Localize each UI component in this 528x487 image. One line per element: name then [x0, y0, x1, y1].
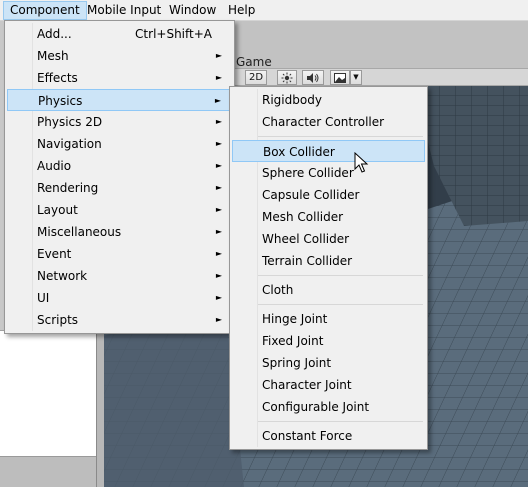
submenu-arrow-icon: ►: [215, 73, 222, 82]
submenu-item-spring-joint[interactable]: Spring Joint: [232, 352, 425, 374]
submenu-item-character-joint[interactable]: Character Joint: [232, 374, 425, 396]
submenu-item-label: Wheel Collider: [262, 232, 350, 246]
menu-item-label: Scripts: [37, 313, 79, 327]
menu-item-network[interactable]: Network ►: [7, 265, 232, 287]
menu-item-navigation[interactable]: Navigation ►: [7, 133, 232, 155]
submenu-arrow-icon: ►: [215, 51, 222, 60]
speaker-icon[interactable]: [302, 70, 324, 85]
menu-item-miscellaneous[interactable]: Miscellaneous ►: [7, 221, 232, 243]
dropdown-arrow-icon[interactable]: ▼: [350, 70, 362, 85]
menu-help[interactable]: Help: [222, 1, 261, 20]
image-icon[interactable]: [330, 70, 350, 85]
submenu-item-rigidbody[interactable]: Rigidbody: [232, 89, 425, 111]
submenu-item-label: Cloth: [262, 283, 294, 297]
submenu-item-box-collider[interactable]: Box Collider: [232, 140, 425, 162]
submenu-item-label: Terrain Collider: [262, 254, 353, 268]
submenu-item-label: Box Collider: [263, 145, 335, 159]
menu-item-label: Mesh: [37, 49, 69, 63]
menu-separator: [258, 136, 423, 137]
component-menu: Add... Ctrl+Shift+A Mesh ► Effects ► Physics ► P…: [4, 20, 235, 334]
menu-item-label: Rendering: [37, 181, 99, 195]
submenu-arrow-icon: ►: [215, 117, 222, 126]
menu-bar: Component Mobile Input Window Help: [0, 0, 528, 21]
submenu-arrow-icon: ►: [214, 96, 221, 105]
menu-item-scripts[interactable]: Scripts ►: [7, 309, 232, 331]
submenu-item-sphere-collider[interactable]: Sphere Collider: [232, 162, 425, 184]
menu-mobile-input[interactable]: Mobile Input: [81, 1, 167, 20]
menu-item-mesh[interactable]: Mesh ►: [7, 45, 232, 67]
sun-icon[interactable]: [277, 70, 297, 85]
menu-item-label: Physics 2D: [37, 115, 103, 129]
menu-item-label: Event: [37, 247, 72, 261]
submenu-arrow-icon: ►: [215, 249, 222, 258]
submenu-item-mesh-collider[interactable]: Mesh Collider: [232, 206, 425, 228]
game-tab[interactable]: Game: [236, 55, 272, 69]
menu-item-layout[interactable]: Layout ►: [7, 199, 232, 221]
left-panel-footer: [0, 456, 96, 487]
menu-separator: [258, 275, 423, 276]
submenu-arrow-icon: ►: [215, 293, 222, 302]
submenu-item-terrain-collider[interactable]: Terrain Collider: [232, 250, 425, 272]
submenu-item-capsule-collider[interactable]: Capsule Collider: [232, 184, 425, 206]
submenu-item-label: Sphere Collider: [262, 166, 354, 180]
submenu-arrow-icon: ►: [215, 139, 222, 148]
menu-item-ui[interactable]: UI ►: [7, 287, 232, 309]
mouse-cursor-icon: [354, 152, 369, 173]
menu-item-event[interactable]: Event ►: [7, 243, 232, 265]
menu-item-label: Add...: [37, 27, 72, 41]
menu-separator: [258, 304, 423, 305]
submenu-arrow-icon: ►: [215, 161, 222, 170]
submenu-item-label: Mesh Collider: [262, 210, 344, 224]
menu-separator: [258, 421, 423, 422]
menu-item-label: Physics: [38, 94, 83, 108]
submenu-item-label: Constant Force: [262, 429, 353, 443]
submenu-item-fixed-joint[interactable]: Fixed Joint: [232, 330, 425, 352]
submenu-item-constant-force[interactable]: Constant Force: [232, 425, 425, 447]
menu-item-effects[interactable]: Effects ►: [7, 67, 232, 89]
menu-item-add[interactable]: Add... Ctrl+Shift+A: [7, 23, 232, 45]
submenu-item-character-controller[interactable]: Character Controller: [232, 111, 425, 133]
menu-item-label: Audio: [37, 159, 72, 173]
2d-toggle-button[interactable]: 2D: [245, 70, 267, 85]
menu-item-label: Navigation: [37, 137, 102, 151]
menu-item-physics-2d[interactable]: Physics 2D ►: [7, 111, 232, 133]
submenu-item-configurable-joint[interactable]: Configurable Joint: [232, 396, 425, 418]
menu-item-label: Effects: [37, 71, 78, 85]
submenu-arrow-icon: ►: [215, 227, 222, 236]
submenu-arrow-icon: ►: [215, 183, 222, 192]
menu-component[interactable]: Component: [3, 1, 87, 20]
menu-item-audio[interactable]: Audio ►: [7, 155, 232, 177]
submenu-item-label: Fixed Joint: [262, 334, 324, 348]
menu-item-physics[interactable]: Physics ►: [7, 89, 232, 111]
submenu-item-label: Rigidbody: [262, 93, 322, 107]
submenu-item-label: Hinge Joint: [262, 312, 328, 326]
menu-window[interactable]: Window: [163, 1, 222, 20]
submenu-arrow-icon: ►: [215, 315, 222, 324]
submenu-item-label: Configurable Joint: [262, 400, 370, 414]
submenu-item-label: Spring Joint: [262, 356, 332, 370]
submenu-arrow-icon: ►: [215, 205, 222, 214]
menu-item-label: Network: [37, 269, 88, 283]
project-panel: [0, 330, 96, 456]
physics-submenu: Rigidbody Character Controller Box Collide…: [229, 86, 428, 450]
submenu-item-label: Capsule Collider: [262, 188, 360, 202]
menu-item-rendering[interactable]: Rendering ►: [7, 177, 232, 199]
game-toolbar: [230, 68, 528, 86]
submenu-item-hinge-joint[interactable]: Hinge Joint: [232, 308, 425, 330]
menu-item-shortcut: Ctrl+Shift+A: [135, 27, 212, 41]
submenu-item-cloth[interactable]: Cloth: [232, 279, 425, 301]
submenu-item-label: Character Controller: [262, 115, 385, 129]
menu-item-label: Miscellaneous: [37, 225, 122, 239]
submenu-item-label: Character Joint: [262, 378, 352, 392]
submenu-item-wheel-collider[interactable]: Wheel Collider: [232, 228, 425, 250]
submenu-arrow-icon: ►: [215, 271, 222, 280]
menu-item-label: UI: [37, 291, 50, 305]
menu-item-label: Layout: [37, 203, 78, 217]
